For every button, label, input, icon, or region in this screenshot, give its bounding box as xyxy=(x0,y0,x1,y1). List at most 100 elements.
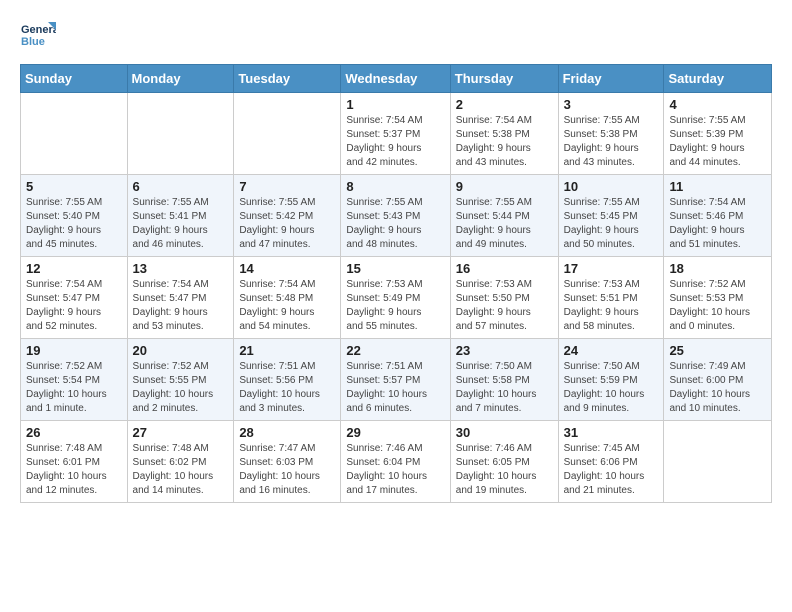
day-info: Sunrise: 7:52 AMSunset: 5:53 PMDaylight:… xyxy=(669,278,766,334)
calendar-cell: 21 Sunrise: 7:51 AMSunset: 5:56 PMDayligh… xyxy=(234,339,341,421)
day-info: Sunrise: 7:55 AMSunset: 5:39 PMDaylight:… xyxy=(669,114,766,170)
day-info: Sunrise: 7:54 AMSunset: 5:38 PMDaylight:… xyxy=(456,114,553,170)
calendar-week-row: 5 Sunrise: 7:55 AMSunset: 5:40 PMDaylight… xyxy=(21,175,772,257)
calendar-cell: 10 Sunrise: 7:55 AMSunset: 5:45 PMDayligh… xyxy=(558,175,664,257)
calendar-cell: 24 Sunrise: 7:50 AMSunset: 5:59 PMDayligh… xyxy=(558,339,664,421)
day-info: Sunrise: 7:55 AMSunset: 5:42 PMDaylight:… xyxy=(239,196,335,252)
col-header-saturday: Saturday xyxy=(664,65,772,93)
day-number: 13 xyxy=(133,261,229,276)
calendar-week-row: 19 Sunrise: 7:52 AMSunset: 5:54 PMDayligh… xyxy=(21,339,772,421)
calendar-header-row: SundayMondayTuesdayWednesdayThursdayFrid… xyxy=(21,65,772,93)
day-info: Sunrise: 7:46 AMSunset: 6:04 PMDaylight:… xyxy=(346,442,444,498)
col-header-sunday: Sunday xyxy=(21,65,128,93)
calendar-cell: 3 Sunrise: 7:55 AMSunset: 5:38 PMDaylight… xyxy=(558,93,664,175)
svg-text:Blue: Blue xyxy=(21,36,45,48)
day-info: Sunrise: 7:49 AMSunset: 6:00 PMDaylight:… xyxy=(669,360,766,416)
calendar-cell xyxy=(127,93,234,175)
day-number: 26 xyxy=(26,425,122,440)
calendar-cell: 11 Sunrise: 7:54 AMSunset: 5:46 PMDayligh… xyxy=(664,175,772,257)
calendar-cell: 22 Sunrise: 7:51 AMSunset: 5:57 PMDayligh… xyxy=(341,339,450,421)
day-number: 14 xyxy=(239,261,335,276)
day-info: Sunrise: 7:53 AMSunset: 5:50 PMDaylight:… xyxy=(456,278,553,334)
calendar-cell: 4 Sunrise: 7:55 AMSunset: 5:39 PMDaylight… xyxy=(664,93,772,175)
day-info: Sunrise: 7:55 AMSunset: 5:43 PMDaylight:… xyxy=(346,196,444,252)
col-header-monday: Monday xyxy=(127,65,234,93)
day-number: 8 xyxy=(346,179,444,194)
day-info: Sunrise: 7:52 AMSunset: 5:55 PMDaylight:… xyxy=(133,360,229,416)
calendar-table: SundayMondayTuesdayWednesdayThursdayFrid… xyxy=(20,64,772,503)
day-info: Sunrise: 7:54 AMSunset: 5:37 PMDaylight:… xyxy=(346,114,444,170)
calendar-week-row: 12 Sunrise: 7:54 AMSunset: 5:47 PMDayligh… xyxy=(21,257,772,339)
day-info: Sunrise: 7:55 AMSunset: 5:45 PMDaylight:… xyxy=(564,196,659,252)
calendar-cell: 7Sunrise: 7:55 AMSunset: 5:42 PMDaylight… xyxy=(234,175,341,257)
calendar-cell: 5 Sunrise: 7:55 AMSunset: 5:40 PMDaylight… xyxy=(21,175,128,257)
day-info: Sunrise: 7:54 AMSunset: 5:48 PMDaylight:… xyxy=(239,278,335,334)
logo-icon: General Blue xyxy=(20,20,56,48)
calendar-cell: 27Sunrise: 7:48 AMSunset: 6:02 PMDayligh… xyxy=(127,421,234,503)
day-number: 18 xyxy=(669,261,766,276)
day-info: Sunrise: 7:45 AMSunset: 6:06 PMDaylight:… xyxy=(564,442,659,498)
calendar-cell: 1 Sunrise: 7:54 AMSunset: 5:37 PMDaylight… xyxy=(341,93,450,175)
day-info: Sunrise: 7:54 AMSunset: 5:46 PMDaylight:… xyxy=(669,196,766,252)
day-info: Sunrise: 7:48 AMSunset: 6:01 PMDaylight:… xyxy=(26,442,122,498)
calendar-cell xyxy=(234,93,341,175)
day-number: 25 xyxy=(669,343,766,358)
day-number: 4 xyxy=(669,97,766,112)
day-info: Sunrise: 7:55 AMSunset: 5:40 PMDaylight:… xyxy=(26,196,122,252)
calendar-cell: 18 Sunrise: 7:52 AMSunset: 5:53 PMDayligh… xyxy=(664,257,772,339)
day-number: 3 xyxy=(564,97,659,112)
calendar-cell: 9 Sunrise: 7:55 AMSunset: 5:44 PMDaylight… xyxy=(450,175,558,257)
calendar-week-row: 1 Sunrise: 7:54 AMSunset: 5:37 PMDaylight… xyxy=(21,93,772,175)
day-number: 10 xyxy=(564,179,659,194)
calendar-cell: 26 Sunrise: 7:48 AMSunset: 6:01 PMDayligh… xyxy=(21,421,128,503)
calendar-cell: 6 Sunrise: 7:55 AMSunset: 5:41 PMDaylight… xyxy=(127,175,234,257)
logo: General Blue xyxy=(20,20,60,48)
day-info: Sunrise: 7:51 AMSunset: 5:56 PMDaylight:… xyxy=(239,360,335,416)
calendar-cell xyxy=(664,421,772,503)
col-header-friday: Friday xyxy=(558,65,664,93)
calendar-cell: 2 Sunrise: 7:54 AMSunset: 5:38 PMDaylight… xyxy=(450,93,558,175)
calendar-week-row: 26 Sunrise: 7:48 AMSunset: 6:01 PMDayligh… xyxy=(21,421,772,503)
col-header-thursday: Thursday xyxy=(450,65,558,93)
day-info: Sunrise: 7:50 AMSunset: 5:58 PMDaylight:… xyxy=(456,360,553,416)
day-number: 19 xyxy=(26,343,122,358)
calendar-cell xyxy=(21,93,128,175)
day-number: 20 xyxy=(133,343,229,358)
day-number: 2 xyxy=(456,97,553,112)
day-info: Sunrise: 7:50 AMSunset: 5:59 PMDaylight:… xyxy=(564,360,659,416)
day-number: 5 xyxy=(26,179,122,194)
day-number: 1 xyxy=(346,97,444,112)
day-number: 22 xyxy=(346,343,444,358)
day-number: 12 xyxy=(26,261,122,276)
day-number: 21 xyxy=(239,343,335,358)
calendar-cell: 31 Sunrise: 7:45 AMSunset: 6:06 PMDayligh… xyxy=(558,421,664,503)
day-number: 9 xyxy=(456,179,553,194)
calendar-cell: 19 Sunrise: 7:52 AMSunset: 5:54 PMDayligh… xyxy=(21,339,128,421)
day-number: 11 xyxy=(669,179,766,194)
col-header-tuesday: Tuesday xyxy=(234,65,341,93)
day-number: 6 xyxy=(133,179,229,194)
day-info: Sunrise: 7:54 AMSunset: 5:47 PMDaylight:… xyxy=(133,278,229,334)
calendar-cell: 16 Sunrise: 7:53 AMSunset: 5:50 PMDayligh… xyxy=(450,257,558,339)
calendar-cell: 28Sunrise: 7:47 AMSunset: 6:03 PMDayligh… xyxy=(234,421,341,503)
day-info: Sunrise: 7:46 AMSunset: 6:05 PMDaylight:… xyxy=(456,442,553,498)
calendar-cell: 17 Sunrise: 7:53 AMSunset: 5:51 PMDayligh… xyxy=(558,257,664,339)
svg-text:General: General xyxy=(21,24,56,36)
day-number: 24 xyxy=(564,343,659,358)
day-number: 31 xyxy=(564,425,659,440)
day-number: 27 xyxy=(133,425,229,440)
day-info: Sunrise: 7:55 AMSunset: 5:41 PMDaylight:… xyxy=(133,196,229,252)
calendar-cell: 29Sunrise: 7:46 AMSunset: 6:04 PMDayligh… xyxy=(341,421,450,503)
day-number: 28 xyxy=(239,425,335,440)
calendar-cell: 15Sunrise: 7:53 AMSunset: 5:49 PMDayligh… xyxy=(341,257,450,339)
day-info: Sunrise: 7:55 AMSunset: 5:38 PMDaylight:… xyxy=(564,114,659,170)
day-info: Sunrise: 7:51 AMSunset: 5:57 PMDaylight:… xyxy=(346,360,444,416)
day-number: 16 xyxy=(456,261,553,276)
day-info: Sunrise: 7:55 AMSunset: 5:44 PMDaylight:… xyxy=(456,196,553,252)
day-number: 30 xyxy=(456,425,553,440)
calendar-cell: 8 Sunrise: 7:55 AMSunset: 5:43 PMDaylight… xyxy=(341,175,450,257)
day-info: Sunrise: 7:52 AMSunset: 5:54 PMDaylight:… xyxy=(26,360,122,416)
calendar-cell: 20 Sunrise: 7:52 AMSunset: 5:55 PMDayligh… xyxy=(127,339,234,421)
day-info: Sunrise: 7:53 AMSunset: 5:51 PMDaylight:… xyxy=(564,278,659,334)
day-number: 17 xyxy=(564,261,659,276)
